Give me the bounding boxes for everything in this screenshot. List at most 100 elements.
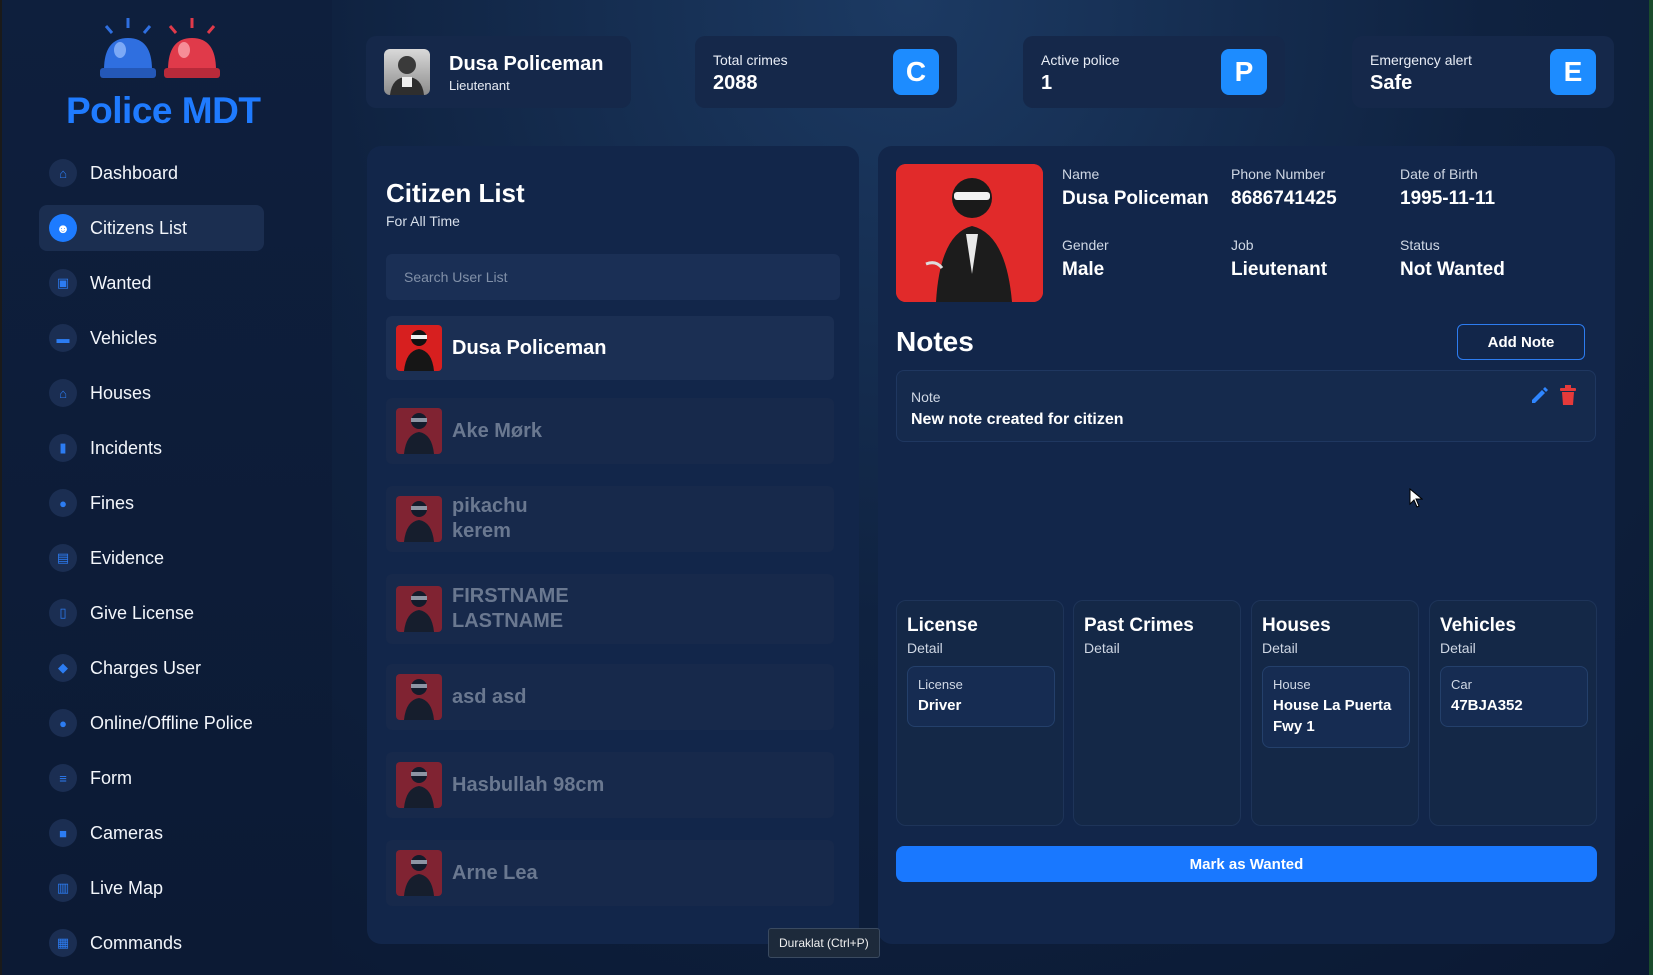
- sidebar-item-cameras[interactable]: ■ Cameras: [39, 810, 264, 856]
- add-note-button[interactable]: Add Note: [1457, 324, 1585, 360]
- window-edge-right: [1649, 0, 1653, 975]
- stat-label: Emergency alert: [1370, 52, 1472, 68]
- stat-label: Total crimes: [713, 52, 788, 68]
- stat-badge: P: [1221, 49, 1267, 95]
- citizen-item[interactable]: Hasbullah 98cm: [386, 752, 834, 818]
- citizen-item[interactable]: Arne Lea: [386, 840, 834, 906]
- citizen-profile-photo: [896, 164, 1043, 302]
- sidebar-item-fines[interactable]: ● Fines: [39, 480, 264, 526]
- sidebar: Police MDT ⌂ Dashboard ☻ Citizens List ▣…: [2, 0, 332, 975]
- field-label: Job: [1231, 237, 1254, 253]
- wanted-icon: ▣: [49, 269, 77, 297]
- sidebar-item-citizens-list[interactable]: ☻ Citizens List: [39, 205, 264, 251]
- user-name: Dusa Policeman: [449, 53, 604, 75]
- entry-value: 47BJA352: [1451, 697, 1523, 714]
- entry-value: House La Puerta Fwy 1: [1273, 697, 1392, 735]
- field-label: Date of Birth: [1400, 166, 1478, 182]
- sidebar-item-wanted[interactable]: ▣ Wanted: [39, 260, 264, 306]
- siren-logo-icon: [100, 18, 220, 78]
- entry-label: House: [1273, 677, 1311, 692]
- sidebar-item-commands[interactable]: ▦ Commands: [39, 920, 264, 966]
- license-icon: ▯: [49, 599, 77, 627]
- citizen-list-title: Citizen List: [386, 178, 525, 208]
- stat-active-police: Active police 1 P: [1023, 36, 1285, 108]
- app-title: Police MDT: [66, 90, 261, 131]
- sidebar-item-label: Form: [90, 767, 132, 788]
- sidebar-item-label: Wanted: [90, 272, 152, 293]
- citizen-photo: [396, 674, 442, 720]
- stat-label: Active police: [1041, 52, 1120, 68]
- license-box: License Detail License Driver: [896, 600, 1064, 826]
- home-icon: ⌂: [49, 159, 77, 187]
- car-icon: ▬: [49, 324, 77, 352]
- sidebar-item-evidence[interactable]: ▤ Evidence: [39, 535, 264, 581]
- search-input[interactable]: [386, 254, 840, 300]
- house-entry[interactable]: House House La Puerta Fwy 1: [1262, 666, 1410, 748]
- box-title: Vehicles: [1440, 615, 1517, 636]
- entry-value: Driver: [918, 697, 962, 714]
- citizen-detail-panel: Name Dusa Policeman Phone Number 8686741…: [878, 146, 1615, 944]
- sidebar-item-form[interactable]: ≡ Form: [39, 755, 264, 801]
- note-label: Note: [911, 389, 941, 405]
- field-value: 1995-11-11: [1400, 188, 1496, 209]
- sidebar-item-houses[interactable]: ⌂ Houses: [39, 370, 264, 416]
- notes-title: Notes: [896, 326, 974, 357]
- mouse-cursor-icon: [1409, 488, 1423, 508]
- user-rank: Lieutenant: [449, 78, 510, 93]
- sidebar-item-online-offline-police[interactable]: ● Online/Offline Police: [39, 700, 264, 746]
- box-title: License: [907, 615, 978, 636]
- mark-as-wanted-button[interactable]: Mark as Wanted: [896, 846, 1597, 882]
- stat-badge: E: [1550, 49, 1596, 95]
- field-value: Dusa Policeman: [1062, 188, 1209, 209]
- sidebar-item-live-map[interactable]: ▥ Live Map: [39, 865, 264, 911]
- sidebar-item-charges-user[interactable]: ◆ Charges User: [39, 645, 264, 691]
- charges-icon: ◆: [49, 654, 77, 682]
- note-text: New note created for citizen: [911, 411, 1124, 428]
- sidebar-item-incidents[interactable]: ▮ Incidents: [39, 425, 264, 471]
- incident-icon: ▮: [49, 434, 77, 462]
- pencil-icon[interactable]: [1529, 385, 1549, 405]
- citizen-name: Ake Mørk: [452, 419, 543, 442]
- houses-box: Houses Detail House House La Puerta Fwy …: [1251, 600, 1419, 826]
- form-icon: ≡: [49, 764, 77, 792]
- entry-label: License: [918, 677, 963, 692]
- citizen-name: pikachu kerem: [452, 495, 528, 542]
- field-label: Phone Number: [1231, 166, 1326, 182]
- field-value: Lieutenant: [1231, 259, 1328, 280]
- vehicle-entry[interactable]: Car 47BJA352: [1440, 666, 1588, 727]
- citizen-item[interactable]: Ake Mørk: [386, 398, 834, 464]
- license-entry[interactable]: License Driver: [907, 666, 1055, 727]
- evidence-icon: ▤: [49, 544, 77, 572]
- stat-emergency-alert: Emergency alert Safe E: [1352, 36, 1614, 108]
- citizen-item[interactable]: pikachu kerem: [386, 486, 834, 552]
- sidebar-item-label: Live Map: [90, 877, 164, 898]
- sidebar-item-give-license[interactable]: ▯ Give License: [39, 590, 264, 636]
- citizen-name: Dusa Policeman: [452, 336, 607, 359]
- sidebar-item-label: Online/Offline Police: [90, 712, 253, 733]
- sidebar-item-label: Charges User: [90, 657, 202, 678]
- sidebar-item-label: Houses: [90, 382, 152, 403]
- sidebar-item-label: Vehicles: [90, 327, 158, 348]
- sidebar-item-dashboard[interactable]: ⌂ Dashboard: [39, 150, 264, 196]
- field-label: Gender: [1062, 237, 1109, 253]
- citizen-item[interactable]: FIRSTNAME LASTNAME: [386, 574, 834, 644]
- citizen-photo: [396, 325, 442, 371]
- trash-icon[interactable]: [1559, 385, 1577, 405]
- citizen-name: Hasbullah 98cm: [452, 773, 605, 796]
- sidebar-item-label: Cameras: [90, 822, 164, 843]
- house-icon: ⌂: [49, 379, 77, 407]
- stat-badge: C: [893, 49, 939, 95]
- sidebar-item-vehicles[interactable]: ▬ Vehicles: [39, 315, 264, 361]
- vehicles-box: Vehicles Detail Car 47BJA352: [1429, 600, 1597, 826]
- user-avatar: [384, 49, 430, 95]
- field-label: Status: [1400, 237, 1440, 253]
- sidebar-item-label: Evidence: [90, 547, 165, 568]
- box-subtitle: Detail: [1440, 640, 1476, 656]
- box-subtitle: Detail: [907, 640, 943, 656]
- citizen-item[interactable]: asd asd: [386, 664, 834, 730]
- citizen-list-subtitle: For All Time: [386, 213, 460, 229]
- citizen-photo: [396, 850, 442, 896]
- citizen-item[interactable]: Dusa Policeman: [386, 316, 834, 380]
- camera-icon: ■: [49, 819, 77, 847]
- note-item: Note New note created for citizen: [896, 370, 1596, 442]
